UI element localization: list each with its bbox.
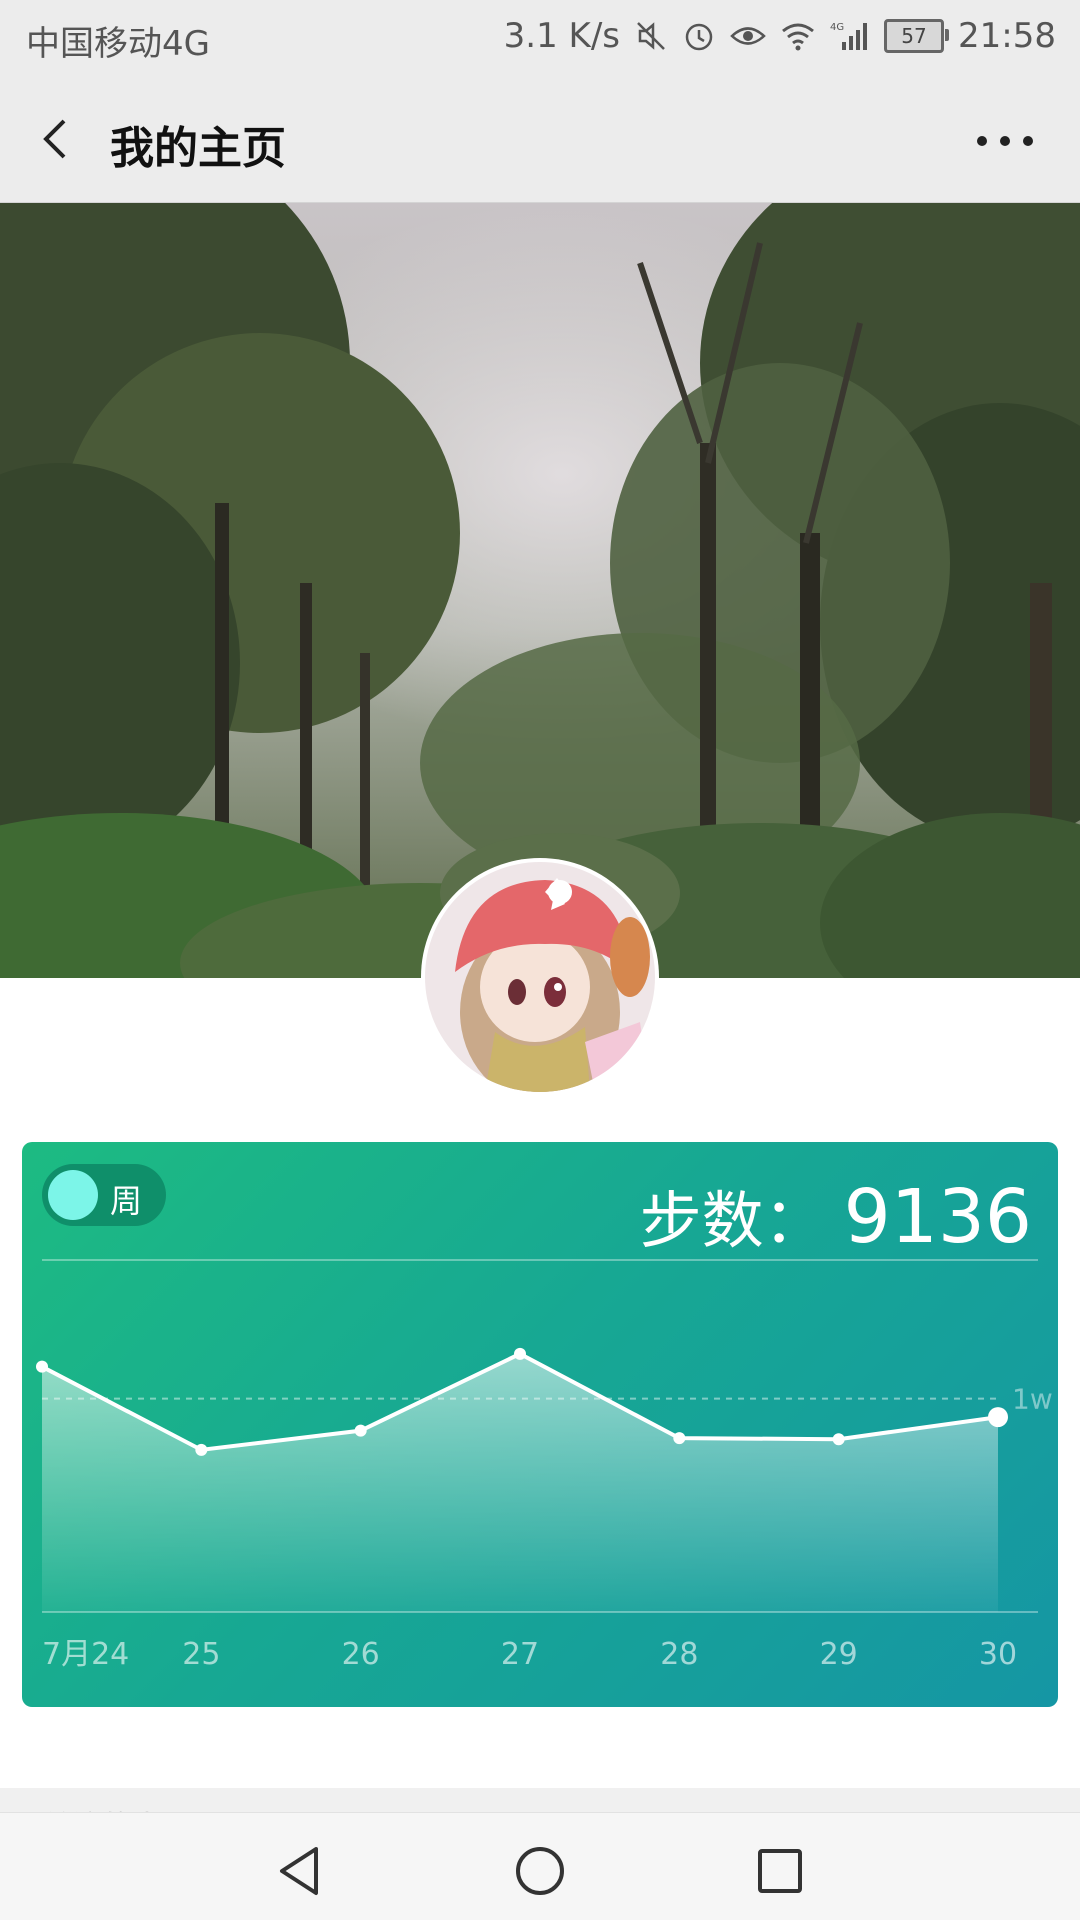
nav-back-button[interactable] [270,1841,330,1901]
clock: 21:58 [958,16,1056,56]
nav-recents-button[interactable] [750,1841,810,1901]
battery-icon: 57 [884,19,950,53]
data-point [195,1443,208,1456]
x-tick-label: 7月24 [42,1637,129,1672]
status-bar: 中国移动4G 3.1 K/s 4G 57 21:58 [0,0,1080,76]
x-tick-label: 27 [501,1637,539,1672]
x-tick-label: 30 [979,1637,1017,1672]
alarm-icon [682,19,716,53]
data-point [832,1433,845,1446]
home-circle-icon [516,1847,564,1895]
data-point [36,1360,48,1373]
signal-4g-icon: 4G [830,20,870,52]
x-tick-label: 25 [182,1637,220,1672]
app-bar: 我的主页 [0,76,1080,203]
wifi-icon [780,21,816,51]
data-point [354,1424,367,1437]
anime-avatar-image [425,862,655,1092]
system-nav-bar [0,1812,1080,1920]
data-point [514,1347,526,1360]
svg-text:4G: 4G [830,22,844,33]
x-tick-label: 29 [820,1637,858,1672]
eye-icon [730,21,766,51]
recents-square-icon [758,1849,802,1893]
more-button[interactable] [970,116,1040,166]
chevron-left-icon [43,119,66,159]
more-dots-icon [977,136,1033,146]
steps-card[interactable]: 周 步数： 9136 1w 7月24 25 26 27 28 29 30 [22,1142,1058,1707]
reference-line-label: 1w [1012,1383,1053,1416]
mute-icon [634,19,668,53]
profile-page: 中国移动4G 3.1 K/s 4G 57 21:58 我的主页 周 步数： 91… [0,0,1080,1920]
steps-area [42,1353,998,1612]
x-tick-label: 28 [660,1637,698,1672]
avatar[interactable] [425,862,655,1092]
data-point [673,1432,686,1445]
data-point [988,1407,1008,1428]
carrier-name: 中国移动4G [26,24,210,64]
status-icons: 3.1 K/s 4G 57 21:58 [504,16,1056,56]
nav-home-button[interactable] [510,1841,570,1901]
steps-chart: 1w 7月24 25 26 27 28 29 30 [36,1259,1053,1672]
back-button[interactable] [30,111,86,167]
back-triangle-icon [280,1847,318,1895]
page-title: 我的主页 [110,123,286,174]
x-tick-label: 26 [342,1637,380,1672]
network-speed: 3.1 K/s [503,16,621,56]
